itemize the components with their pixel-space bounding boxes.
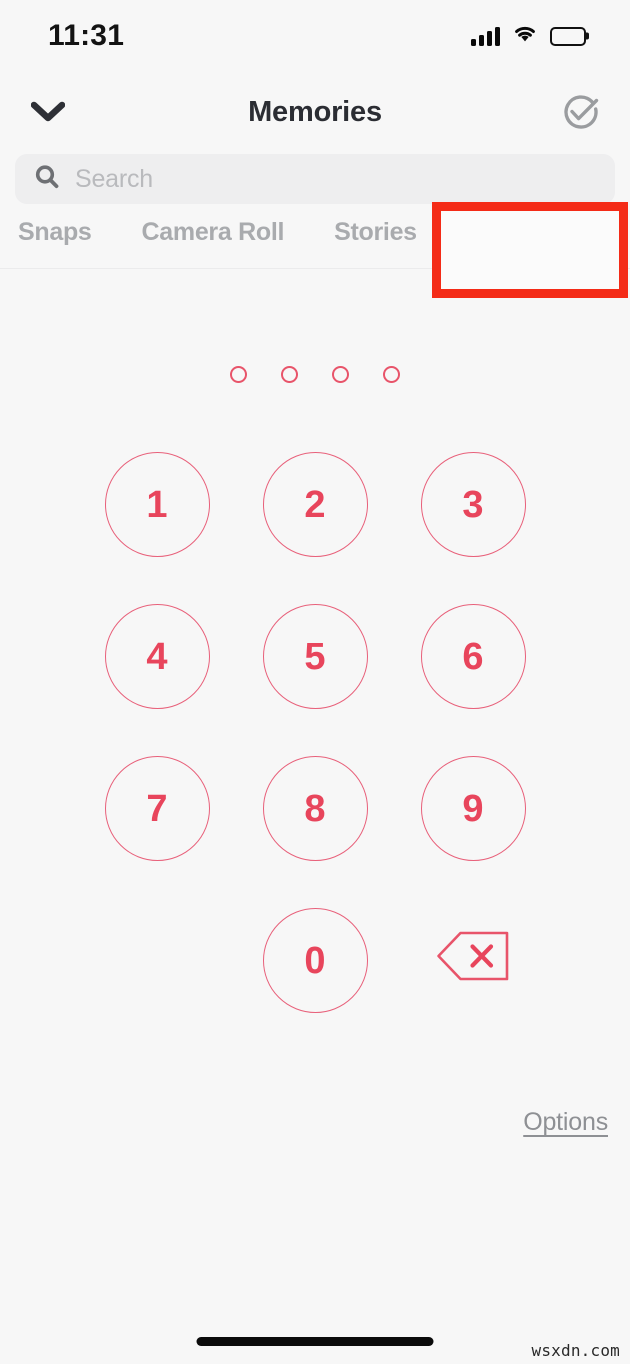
tab-stories[interactable]: Stories: [334, 218, 417, 261]
passcode-keypad: 1 2 3 4 5 6 7 8 9 0: [0, 452, 630, 1013]
key-9[interactable]: 9: [420, 756, 526, 861]
key-3[interactable]: 3: [420, 452, 526, 557]
key-1[interactable]: 1: [104, 452, 210, 557]
watermark: wsxdn.com: [531, 1341, 620, 1360]
key-label: 1: [146, 483, 168, 526]
key-blank: [105, 908, 210, 1013]
header-bar: Memories: [0, 76, 630, 148]
status-bar: 11:31: [0, 0, 630, 72]
tab-my-eyes-only[interactable]: My Eyes Only: [466, 218, 626, 261]
passcode-dots: [0, 366, 630, 383]
backspace-delete-icon: [435, 929, 511, 993]
key-label: 6: [462, 635, 484, 678]
key-delete[interactable]: [421, 908, 526, 1013]
tab-camera-roll[interactable]: Camera Roll: [142, 218, 285, 261]
key-2[interactable]: 2: [262, 452, 368, 557]
key-label: 5: [304, 635, 326, 678]
passcode-dot: [230, 366, 247, 383]
key-5[interactable]: 5: [262, 604, 368, 709]
circle-check-icon[interactable]: [554, 86, 606, 138]
status-time: 11:31: [48, 19, 125, 52]
search-placeholder: Search: [75, 164, 154, 193]
phone-screen: 11:31 Memories Search Snaps Camera Roll …: [0, 0, 630, 1364]
keypad-row: 1 2 3: [0, 452, 630, 557]
key-7[interactable]: 7: [104, 756, 210, 861]
chevron-down-icon[interactable]: [22, 86, 74, 138]
passcode-dot: [383, 366, 400, 383]
key-8[interactable]: 8: [262, 756, 368, 861]
tab-divider: [0, 268, 630, 269]
keypad-row: 7 8 9: [0, 756, 630, 861]
battery-icon: [550, 26, 586, 46]
keypad-row: 0: [0, 908, 630, 1013]
key-label: 7: [146, 787, 168, 830]
key-6[interactable]: 6: [420, 604, 526, 709]
status-icons: [471, 24, 586, 48]
signal-bars-icon: [471, 26, 500, 46]
options-link[interactable]: Options: [523, 1108, 608, 1137]
key-label: 0: [304, 939, 326, 982]
search-input[interactable]: Search: [15, 154, 615, 204]
page-title: Memories: [248, 95, 382, 128]
key-label: 9: [462, 787, 484, 830]
key-label: 8: [304, 787, 326, 830]
tab-snaps[interactable]: Snaps: [18, 218, 92, 261]
wifi-icon: [512, 24, 538, 48]
passcode-dot: [332, 366, 349, 383]
key-label: 3: [462, 483, 484, 526]
key-4[interactable]: 4: [104, 604, 210, 709]
key-0[interactable]: 0: [262, 908, 368, 1013]
tab-bar: Snaps Camera Roll Stories My Eyes Only: [0, 218, 630, 270]
passcode-dot: [281, 366, 298, 383]
home-indicator[interactable]: [196, 1337, 434, 1346]
key-label: 2: [304, 483, 326, 526]
keypad-row: 4 5 6: [0, 604, 630, 709]
search-icon: [33, 163, 61, 196]
key-label: 4: [146, 635, 168, 678]
